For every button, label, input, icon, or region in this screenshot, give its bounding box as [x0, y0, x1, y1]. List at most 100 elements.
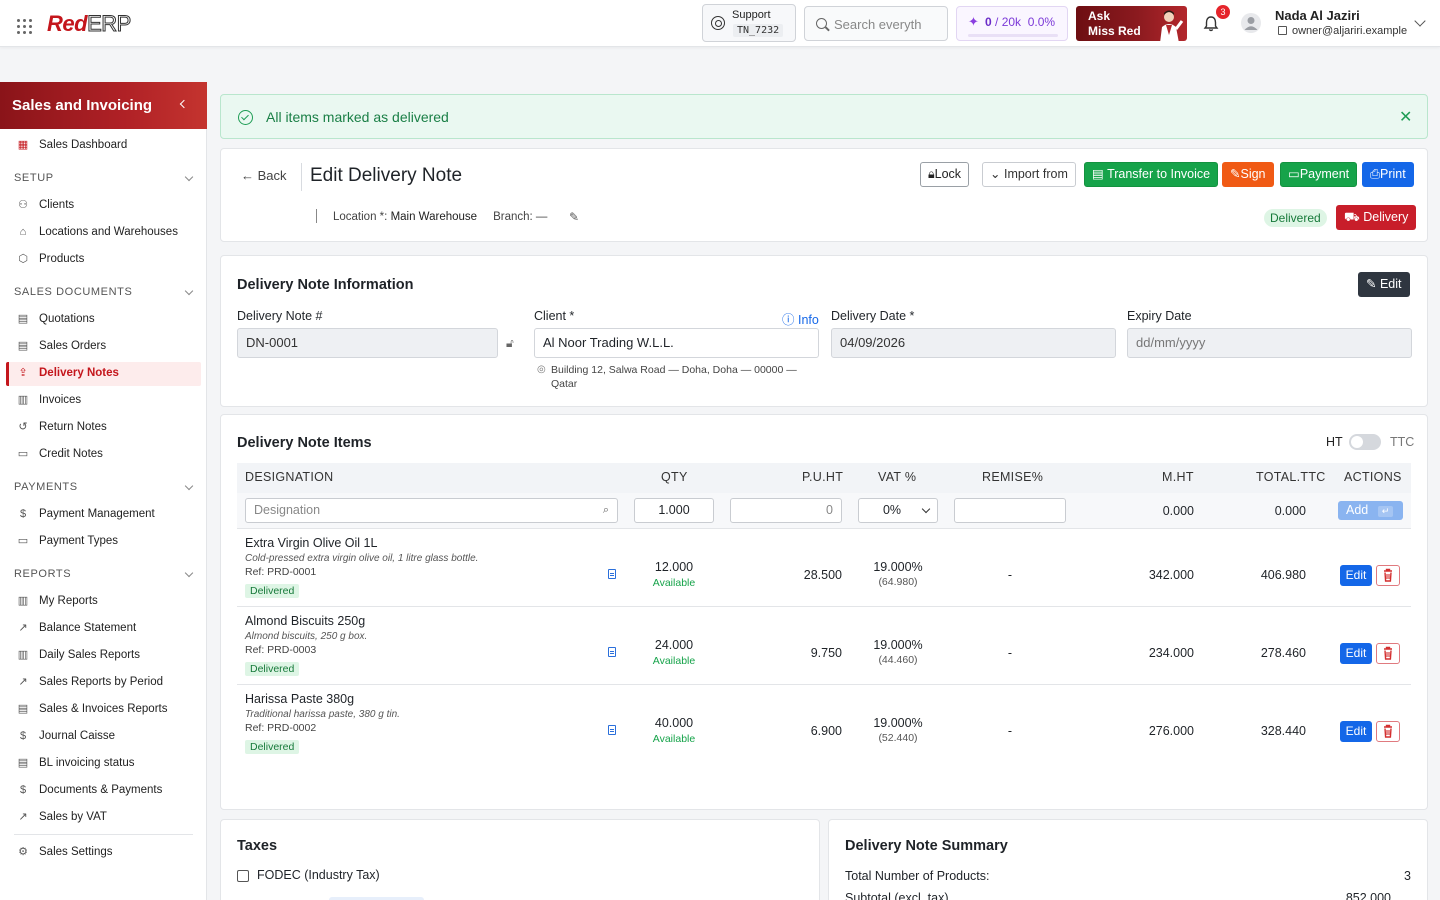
close-icon[interactable]: ✕ — [1399, 107, 1412, 127]
vat-rate: 19.000% — [873, 638, 923, 652]
back-button[interactable]: ← Back — [241, 168, 287, 183]
user-avatar-icon[interactable] — [1241, 13, 1261, 33]
quantity-input[interactable]: 1.000 — [634, 498, 714, 523]
sidebar-item-journal-caisse[interactable]: $ Journal Caisse — [6, 725, 201, 749]
collapse-sidebar-chevron-icon[interactable] — [179, 99, 189, 109]
sidebar-item-clients[interactable]: ⚇ Clients — [6, 194, 201, 218]
product-details-icon[interactable] — [608, 725, 616, 735]
user-menu-chevron-icon[interactable] — [1414, 15, 1426, 27]
sidebar-item-payment-management[interactable]: $ Payment Management — [6, 503, 201, 527]
entry-mht: 0.000 — [1162, 504, 1194, 518]
delivered-badge: Delivered — [245, 584, 300, 598]
transfer-to-invoice-button[interactable]: ▤ Transfer to Invoice — [1084, 162, 1219, 187]
sidebar-item-label: Journal Caisse — [39, 730, 116, 742]
product-name[interactable]: Extra Virgin Olive Oil 1L — [245, 536, 605, 550]
product-name[interactable]: Almond Biscuits 250g — [245, 614, 605, 628]
fodec-checkbox[interactable] — [237, 870, 249, 882]
edit-location-pencil-icon[interactable]: ✎ — [569, 210, 579, 224]
sidebar-item-label: Return Notes — [39, 421, 107, 433]
print-button[interactable]: ⎙Print — [1362, 162, 1414, 187]
client-field[interactable]: Al Noor Trading W.L.L. — [534, 328, 819, 358]
product-details-icon[interactable] — [608, 569, 616, 579]
sidebar-item-balance-statement[interactable]: ↗ Balance Statement — [6, 617, 201, 641]
section-title: Taxes — [237, 838, 278, 854]
assistant-avatar-icon — [1160, 10, 1184, 41]
sidebar-item-sales-by-vat[interactable]: ↗ Sales by VAT — [6, 806, 201, 830]
delivery-date-field[interactable]: 04/09/2026 — [831, 328, 1116, 358]
support-code: TN_7232 — [733, 24, 784, 37]
sidebar-item-sales-invoices-reports[interactable]: ▤ Sales & Invoices Reports — [6, 698, 201, 722]
edit-row-button[interactable]: Edit — [1340, 643, 1372, 664]
ask-miss-red-button[interactable]: Ask Miss Red — [1076, 6, 1187, 41]
sidebar-item-bl-invoicing-status[interactable]: ▤ BL invoicing status — [6, 752, 201, 776]
discount-input[interactable] — [954, 498, 1066, 523]
sidebar-item-products[interactable]: ⬡ Products — [6, 248, 201, 272]
sidebar-item-my-reports[interactable]: ▥ My Reports — [6, 590, 201, 614]
import-from-button[interactable]: ⌄ Import from — [982, 162, 1076, 187]
sidebar-item-credit-notes[interactable]: ▭ Credit Notes — [6, 443, 201, 467]
sidebar-item-sales-dashboard[interactable]: ▦ Sales Dashboard — [6, 134, 201, 158]
ht-ttc-toggle[interactable] — [1349, 434, 1381, 450]
delete-row-button[interactable] — [1376, 643, 1400, 664]
ai-quota-indicator[interactable]: ✦ 0 / 20k 0.0% — [956, 6, 1068, 41]
column-header: VAT % — [878, 470, 917, 484]
sign-button[interactable]: ✎Sign — [1222, 162, 1274, 187]
delete-row-button[interactable] — [1376, 721, 1400, 742]
app-grid-icon[interactable] — [17, 19, 33, 35]
discount: - — [1007, 724, 1013, 738]
sidebar-item-quotations[interactable]: ▤ Quotations — [6, 308, 201, 332]
edit-info-button[interactable]: ✎ Edit — [1358, 272, 1410, 297]
payment-button[interactable]: ▭Payment — [1280, 162, 1358, 187]
table-row: Harissa Paste 380g Traditional harissa p… — [245, 692, 605, 754]
sidebar-item-payment-types[interactable]: ▭ Payment Types — [6, 530, 201, 554]
unit-price-input[interactable]: 0 — [730, 498, 842, 523]
sidebar-section-setup[interactable]: SETUP — [14, 172, 194, 184]
add-item-button[interactable]: Add ↵ — [1338, 501, 1403, 520]
lock-icon[interactable]: 🔓︎ — [506, 336, 514, 351]
sidebar-item-label: Sales Orders — [39, 340, 107, 352]
notifications-bell-icon[interactable] — [1202, 15, 1220, 33]
sidebar-item-sales-reports-by-period[interactable]: ↗ Sales Reports by Period — [6, 671, 201, 695]
status-badge: Delivered — [1264, 209, 1327, 227]
vat-amount: (52.440) — [878, 732, 918, 744]
sidebar-section-sales-documents[interactable]: SALES DOCUMENTS — [14, 286, 194, 298]
trash-icon — [1384, 724, 1392, 738]
sidebar-section-payments[interactable]: PAYMENTS — [14, 481, 194, 493]
sidebar-item-sales-orders[interactable]: ▤ Sales Orders — [6, 335, 201, 359]
support-button[interactable]: Support TN_7232 — [702, 4, 796, 42]
sidebar-item-daily-sales-reports[interactable]: ▥ Daily Sales Reports — [6, 644, 201, 668]
note-number-field[interactable]: DN-0001 — [237, 328, 498, 358]
sidebar-item-invoices[interactable]: ▥ Invoices — [6, 389, 201, 413]
notifications-count-badge: 3 — [1216, 5, 1230, 19]
discount: - — [1007, 646, 1013, 660]
sidebar-item-documents-payments[interactable]: $ Documents & Payments — [6, 779, 201, 803]
sidebar-item-return-notes[interactable]: ↺ Return Notes — [6, 416, 201, 440]
sidebar-item-label: Clients — [39, 199, 75, 211]
edit-row-button[interactable]: Edit — [1340, 721, 1372, 742]
expiry-date-field[interactable]: dd/mm/yyyy — [1127, 328, 1412, 358]
product-details-icon[interactable] — [608, 647, 616, 657]
sidebar-item-sales-settings[interactable]: ⚙ Sales Settings — [6, 841, 201, 865]
sidebar: Sales and Invoicing ▦ Sales Dashboard SE… — [0, 82, 207, 900]
sidebar-section-reports[interactable]: REPORTS — [14, 568, 194, 580]
client-info-link[interactable]: ⓘ Info — [782, 309, 819, 328]
product-description: Cold-pressed extra virgin olive oil, 1 l… — [245, 553, 479, 564]
user-name[interactable]: Nada Al Jaziri — [1275, 8, 1360, 23]
copy-icon[interactable] — [1278, 26, 1287, 35]
edit-row-button[interactable]: Edit — [1340, 565, 1372, 586]
product-name[interactable]: Harissa Paste 380g — [245, 692, 605, 706]
designation-input[interactable]: Designation ⌕ — [245, 498, 618, 523]
lock-button[interactable]: 🔒︎Lock — [920, 162, 970, 187]
delete-row-button[interactable] — [1376, 565, 1400, 586]
delivery-button[interactable]: ⛟ Delivery — [1336, 205, 1417, 230]
row-divider — [237, 606, 1411, 607]
sidebar-item-delivery-notes[interactable]: ⇪ Delivery Notes — [6, 362, 201, 386]
document-icon: ▤ — [17, 313, 29, 325]
quota-used: 0 — [985, 15, 992, 29]
section-title: Delivery Note Summary — [845, 838, 1008, 854]
sidebar-item-label: My Reports — [39, 595, 98, 607]
app-logo[interactable]: RedERP — [47, 11, 132, 37]
global-search-input[interactable]: Search everyth — [804, 6, 948, 41]
sidebar-item-locations[interactable]: ⌂ Locations and Warehouses — [6, 221, 201, 245]
vat-select[interactable]: 0% — [858, 498, 938, 523]
